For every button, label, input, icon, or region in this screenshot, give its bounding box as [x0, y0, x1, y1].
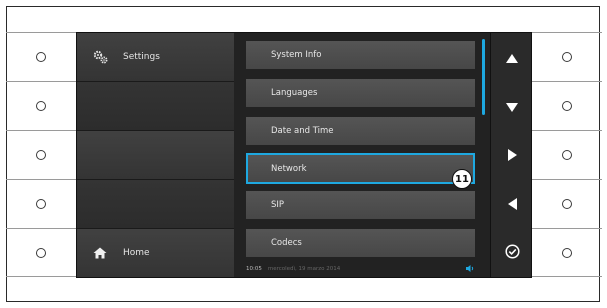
status-date: mercoledì, 19 marzo 2014	[267, 266, 341, 272]
settings-menu: System Info Languages Date and Time Netw…	[234, 33, 490, 277]
confirm-button[interactable]	[491, 229, 531, 277]
menu-item-date-and-time[interactable]: Date and Time	[246, 117, 475, 145]
circle-icon	[36, 199, 46, 209]
home-icon	[93, 247, 111, 259]
menu-item-label: SIP	[271, 200, 285, 210]
circle-icon	[562, 101, 572, 111]
sidebar-empty-row	[77, 131, 234, 180]
check-circle-icon	[504, 244, 520, 263]
sidebar-empty-row	[77, 82, 234, 131]
callout-number: 11	[455, 173, 469, 185]
menu-item-label: Languages	[271, 88, 318, 98]
down-button[interactable]	[491, 82, 531, 131]
left-key-1[interactable]	[6, 32, 76, 81]
right-keypad	[532, 32, 602, 277]
right-key-1[interactable]	[532, 32, 602, 81]
left-key-4[interactable]	[6, 179, 76, 228]
up-button[interactable]	[491, 33, 531, 82]
right-key-4[interactable]	[532, 179, 602, 228]
menu-item-label: System Info	[271, 50, 322, 60]
left-key-5[interactable]	[6, 228, 76, 277]
circle-icon	[562, 150, 572, 160]
right-key-2[interactable]	[532, 81, 602, 130]
menu-item-sip[interactable]: SIP	[246, 191, 475, 219]
callout-badge: 11	[452, 169, 472, 189]
status-bar: 10:05 mercoledì, 19 marzo 2014	[234, 259, 490, 277]
right-key-3[interactable]	[532, 130, 602, 179]
speaker-icon	[466, 265, 475, 274]
menu-item-label: Network	[271, 163, 307, 174]
menu-item-codecs[interactable]: Codecs	[246, 229, 475, 257]
home-label: Home	[123, 248, 150, 258]
settings-label: Settings	[123, 52, 160, 62]
scrollbar[interactable]	[482, 39, 485, 115]
circle-icon	[562, 52, 572, 62]
sidebar: Settings Home	[77, 33, 234, 277]
menu-item-label: Date and Time	[271, 126, 334, 136]
status-time: 10:05	[246, 266, 262, 272]
left-key-3[interactable]	[6, 130, 76, 179]
menu-item-label: Codecs	[271, 238, 302, 248]
device-screen: Settings Home System Info Languages Date…	[76, 32, 532, 278]
arrow-right-icon	[507, 146, 517, 165]
left-key-2[interactable]	[6, 81, 76, 130]
left-keypad	[6, 32, 76, 277]
left-button[interactable]	[491, 180, 531, 229]
circle-icon	[562, 199, 572, 209]
circle-icon	[36, 101, 46, 111]
sidebar-item-settings[interactable]: Settings	[77, 33, 234, 82]
circle-icon	[562, 247, 572, 258]
gears-icon	[93, 50, 111, 64]
menu-item-network[interactable]: Network 11	[246, 153, 475, 189]
sidebar-empty-row	[77, 180, 234, 229]
menu-item-system-info[interactable]: System Info	[246, 41, 475, 69]
right-key-5[interactable]	[532, 228, 602, 277]
arrow-left-icon	[507, 195, 517, 214]
sidebar-item-home[interactable]: Home	[77, 229, 234, 277]
navigation-column	[490, 33, 531, 277]
right-button[interactable]	[491, 131, 531, 180]
arrow-up-icon	[506, 48, 518, 67]
circle-icon	[36, 150, 46, 160]
circle-icon	[36, 247, 46, 258]
menu-item-languages[interactable]: Languages	[246, 79, 475, 107]
arrow-down-icon	[506, 97, 518, 116]
circle-icon	[36, 52, 46, 62]
